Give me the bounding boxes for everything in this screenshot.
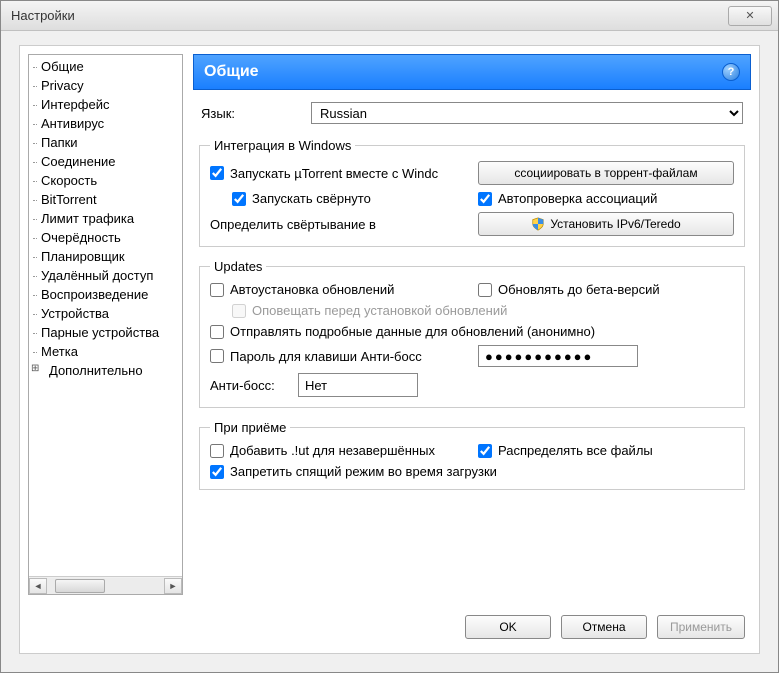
sidebar-item-11[interactable]: Удалённый доступ — [29, 266, 182, 285]
boss-password-input[interactable] — [478, 345, 638, 367]
settings-window: Настройки ✕ ОбщиеPrivacyИнтерфейсАнтивир… — [0, 0, 779, 673]
sidebar-item-4[interactable]: Папки — [29, 133, 182, 152]
boss-password-checkbox-input[interactable] — [210, 349, 224, 363]
content-panel: Общие ? Язык: Russian Интеграция в Windo… — [193, 54, 751, 595]
send-update-details-input[interactable] — [210, 325, 224, 339]
uac-shield-icon — [531, 217, 545, 231]
language-label: Язык: — [201, 106, 301, 121]
start-minimized-input[interactable] — [232, 192, 246, 206]
sidebar-item-5[interactable]: Соединение — [29, 152, 182, 171]
scroll-right-arrow-icon[interactable]: ► — [164, 578, 182, 594]
beta-versions-input[interactable] — [478, 283, 492, 297]
add-ut-extension-input[interactable] — [210, 444, 224, 458]
sidebar-item-16[interactable]: Дополнительно — [29, 361, 182, 380]
prevent-sleep-checkbox[interactable]: Запретить спящий режим во время загрузки — [210, 464, 734, 479]
auto-check-assoc-checkbox[interactable]: Автопроверка ассоциаций — [478, 191, 734, 206]
sidebar-item-7[interactable]: BitTorrent — [29, 190, 182, 209]
sidebar-item-12[interactable]: Воспроизведение — [29, 285, 182, 304]
auto-install-updates-checkbox[interactable]: Автоустановка обновлений — [210, 282, 466, 297]
language-select[interactable]: Russian — [311, 102, 743, 124]
auto-install-updates-input[interactable] — [210, 283, 224, 297]
boss-key-label: Анти-босс: — [210, 378, 290, 393]
window-title: Настройки — [11, 8, 75, 23]
language-row: Язык: Russian — [193, 98, 751, 128]
sidebar-item-0[interactable]: Общие — [29, 57, 182, 76]
close-icon: ✕ — [745, 9, 754, 22]
sidebar-item-8[interactable]: Лимит трафика — [29, 209, 182, 228]
ok-button[interactable]: OK — [465, 615, 551, 639]
notify-before-update-input — [232, 304, 246, 318]
receive-legend: При приёме — [210, 420, 290, 435]
receive-group: При приёме Добавить .!ut для незавершённ… — [199, 420, 745, 490]
windows-integration-legend: Интеграция в Windows — [210, 138, 355, 153]
notify-before-update-checkbox: Оповещать перед установкой обновлений — [232, 303, 734, 318]
sidebar-item-9[interactable]: Очерёдность — [29, 228, 182, 247]
sidebar-item-2[interactable]: Интерфейс — [29, 95, 182, 114]
boss-password-checkbox[interactable]: Пароль для клавиши Анти-босс — [210, 349, 466, 364]
boss-key-input[interactable] — [298, 373, 418, 397]
sidebar-item-14[interactable]: Парные устройства — [29, 323, 182, 342]
sidebar-item-15[interactable]: Метка — [29, 342, 182, 361]
scroll-thumb[interactable] — [55, 579, 105, 593]
page-header: Общие ? — [193, 54, 751, 90]
sidebar-item-6[interactable]: Скорость — [29, 171, 182, 190]
dialog-body: ОбщиеPrivacyИнтерфейсАнтивирусПапкиСоеди… — [19, 45, 760, 654]
sidebar-item-1[interactable]: Privacy — [29, 76, 182, 95]
prevent-sleep-input[interactable] — [210, 465, 224, 479]
dialog-button-bar: OK Отмена Применить — [20, 603, 759, 653]
scroll-left-arrow-icon[interactable]: ◄ — [29, 578, 47, 594]
cancel-button[interactable]: Отмена — [561, 615, 647, 639]
updates-legend: Updates — [210, 259, 266, 274]
add-ut-extension-checkbox[interactable]: Добавить .!ut для незавершённых — [210, 443, 466, 458]
allocate-all-files-input[interactable] — [478, 444, 492, 458]
sidebar: ОбщиеPrivacyИнтерфейсАнтивирусПапкиСоеди… — [28, 54, 183, 595]
page-title: Общие — [204, 63, 259, 81]
sidebar-horizontal-scrollbar[interactable]: ◄ ► — [29, 576, 182, 594]
help-icon[interactable]: ? — [722, 63, 740, 81]
category-tree[interactable]: ОбщиеPrivacyИнтерфейсАнтивирусПапкиСоеди… — [29, 55, 182, 576]
start-with-windows-input[interactable] — [210, 166, 224, 180]
windows-integration-group: Интеграция в Windows Запускать µTorrent … — [199, 138, 745, 247]
apply-button[interactable]: Применить — [657, 615, 745, 639]
scroll-track[interactable] — [47, 578, 164, 594]
beta-versions-checkbox[interactable]: Обновлять до бета-версий — [478, 282, 734, 297]
main-area: ОбщиеPrivacyИнтерфейсАнтивирусПапкиСоеди… — [20, 46, 759, 603]
titlebar: Настройки ✕ — [1, 1, 778, 31]
sidebar-item-13[interactable]: Устройства — [29, 304, 182, 323]
install-ipv6-button[interactable]: Установить IPv6/Teredo — [478, 212, 734, 236]
send-update-details-checkbox[interactable]: Отправлять подробные данные для обновлен… — [210, 324, 734, 339]
minimize-to-label: Определить свёртывание в — [210, 217, 466, 232]
allocate-all-files-checkbox[interactable]: Распределять все файлы — [478, 443, 734, 458]
close-button[interactable]: ✕ — [728, 6, 772, 26]
start-with-windows-checkbox[interactable]: Запускать µTorrent вместе с Windc — [210, 166, 466, 181]
associate-torrent-button[interactable]: ссоциировать в торрент-файлам — [478, 161, 734, 185]
updates-group: Updates Автоустановка обновлений Обновля… — [199, 259, 745, 408]
auto-check-assoc-input[interactable] — [478, 192, 492, 206]
sidebar-item-10[interactable]: Планировщик — [29, 247, 182, 266]
sidebar-item-3[interactable]: Антивирус — [29, 114, 182, 133]
start-minimized-checkbox[interactable]: Запускать свёрнуто — [232, 191, 466, 206]
